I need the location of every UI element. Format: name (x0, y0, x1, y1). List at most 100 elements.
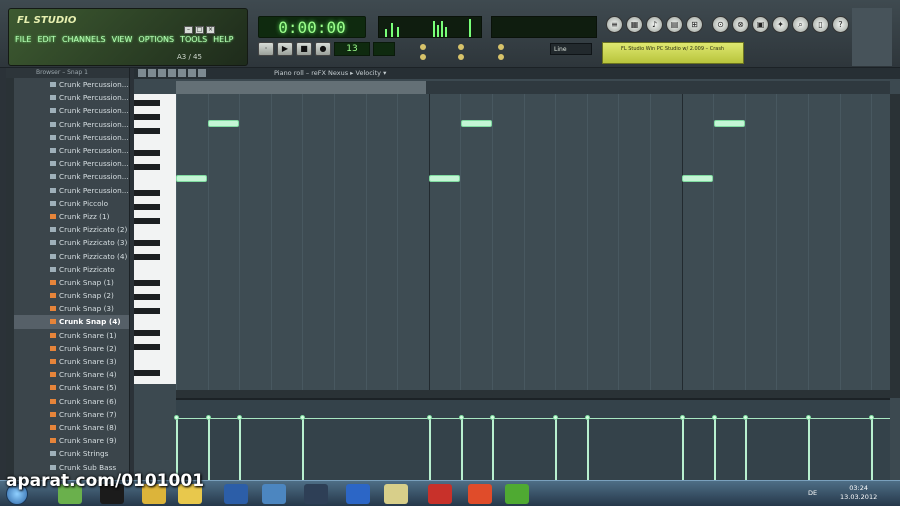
note[interactable] (176, 175, 207, 182)
timeline-ruler[interactable] (176, 81, 890, 94)
menu-file[interactable]: FILE (15, 35, 31, 44)
close-button[interactable]: × (206, 26, 215, 34)
mode-led[interactable] (458, 44, 464, 50)
browser-item[interactable]: Crunk Percussion... (6, 170, 129, 183)
browser-item[interactable]: Crunk Piccolo (6, 197, 129, 210)
velocity-bar[interactable] (429, 418, 431, 480)
black-key[interactable] (134, 150, 160, 156)
playlist-icon[interactable]: ≡ (606, 16, 623, 33)
black-key[interactable] (134, 100, 160, 106)
note-grid[interactable] (176, 94, 890, 390)
black-key[interactable] (134, 164, 160, 170)
velocity-bar[interactable] (239, 418, 241, 480)
black-key[interactable] (134, 308, 160, 314)
browser-icon[interactable]: ▤ (666, 16, 683, 33)
note[interactable] (714, 120, 745, 127)
velocity-bar[interactable] (208, 418, 210, 480)
pattern-selector[interactable] (373, 42, 395, 56)
velocity-bar[interactable] (808, 418, 810, 480)
browser-item[interactable]: Crunk Pizzicato (3) (6, 236, 129, 249)
velocity-handle[interactable] (585, 415, 590, 420)
web-icon[interactable]: ✦ (772, 16, 789, 33)
black-key[interactable] (134, 294, 160, 300)
browser-item[interactable]: Crunk Snare (7) (6, 408, 129, 421)
note[interactable] (461, 120, 492, 127)
menu-tools[interactable]: TOOLS (180, 35, 207, 44)
browser-item[interactable]: Crunk Snare (1) (6, 329, 129, 342)
velocity-handle[interactable] (680, 415, 685, 420)
browser-item[interactable]: Crunk Percussion... (6, 118, 129, 131)
file-icon[interactable]: ▯ (812, 16, 829, 33)
app-icon[interactable] (304, 484, 328, 504)
velocity-handle[interactable] (869, 415, 874, 420)
browser-item[interactable]: Crunk Strings (6, 447, 129, 460)
browser-item[interactable]: Crunk Snare (2) (6, 342, 129, 355)
black-key[interactable] (134, 344, 160, 350)
play-button[interactable]: ▶ (277, 42, 293, 56)
browser-item[interactable]: Crunk Snap (3) (6, 302, 129, 315)
mode-led[interactable] (420, 44, 426, 50)
note[interactable] (682, 175, 713, 182)
browser-item[interactable]: Crunk Snare (8) (6, 421, 129, 434)
delete-tool-icon[interactable] (158, 69, 166, 77)
app-icon[interactable] (346, 484, 370, 504)
piano-keyboard[interactable] (134, 94, 176, 384)
velocity-bar[interactable] (871, 418, 873, 480)
velocity-handle[interactable] (300, 415, 305, 420)
taskbar-clock[interactable]: 03:24 13.03.2012 (840, 484, 877, 502)
vertical-scrollbar[interactable] (890, 94, 900, 390)
velocity-bar[interactable] (745, 418, 747, 480)
mute-tool-icon[interactable] (168, 69, 176, 77)
search-icon[interactable]: ⌕ (792, 16, 809, 33)
velocity-handle[interactable] (237, 415, 242, 420)
brush-tool-icon[interactable] (148, 69, 156, 77)
app-icon[interactable] (505, 484, 529, 504)
piano-roll-icon[interactable]: ♪ (646, 16, 663, 33)
browser-item[interactable]: Crunk Snap (1) (6, 276, 129, 289)
velocity-handle[interactable] (459, 415, 464, 420)
black-key[interactable] (134, 204, 160, 210)
browser-item[interactable]: Crunk Snare (6) (6, 395, 129, 408)
render-icon[interactable]: ⊗ (732, 16, 749, 33)
horizontal-scrollbar[interactable] (176, 390, 900, 398)
record-button[interactable]: ● (315, 42, 331, 56)
black-key[interactable] (134, 218, 160, 224)
menu-channels[interactable]: CHANNELS (62, 35, 106, 44)
app-icon[interactable] (468, 484, 492, 504)
browser-item[interactable]: Crunk Snap (2) (6, 289, 129, 302)
browser-item[interactable]: Crunk Percussion... (6, 131, 129, 144)
pat-song-toggle[interactable]: · (258, 42, 274, 56)
black-key[interactable] (134, 190, 160, 196)
menu-edit[interactable]: EDIT (37, 35, 55, 44)
velocity-bar[interactable] (461, 418, 463, 480)
velocity-handle[interactable] (553, 415, 558, 420)
menu-options[interactable]: OPTIONS (138, 35, 174, 44)
snap-dropdown[interactable]: Line (550, 43, 592, 55)
velocity-handle[interactable] (490, 415, 495, 420)
tempo-display[interactable]: 13 (334, 42, 370, 56)
cpu-icon[interactable]: ▣ (752, 16, 769, 33)
timeline-scroll-bar[interactable] (176, 81, 426, 94)
velocity-bar[interactable] (555, 418, 557, 480)
browser-item[interactable]: Crunk Percussion... (6, 78, 129, 91)
zoom-tool-icon[interactable] (188, 69, 196, 77)
mode-led[interactable] (458, 54, 464, 60)
step-seq-icon[interactable]: ▦ (626, 16, 643, 33)
network-icon[interactable] (262, 484, 286, 504)
black-key[interactable] (134, 114, 160, 120)
menu-help[interactable]: HELP (213, 35, 233, 44)
mode-led[interactable] (498, 44, 504, 50)
help-icon[interactable]: ? (832, 16, 849, 33)
photoshop-icon[interactable] (224, 484, 248, 504)
browser-item[interactable]: Crunk Pizzicato (4) (6, 249, 129, 262)
browser-item[interactable]: Crunk Percussion... (6, 104, 129, 117)
stop-button[interactable]: ■ (296, 42, 312, 56)
note[interactable] (208, 120, 239, 127)
black-key[interactable] (134, 370, 160, 376)
velocity-handle[interactable] (743, 415, 748, 420)
black-key[interactable] (134, 254, 160, 260)
black-key[interactable] (134, 330, 160, 336)
maximize-button[interactable]: □ (195, 26, 204, 34)
browser-item[interactable]: Crunk Percussion... (6, 184, 129, 197)
browser-item[interactable]: Crunk Snare (9) (6, 434, 129, 447)
